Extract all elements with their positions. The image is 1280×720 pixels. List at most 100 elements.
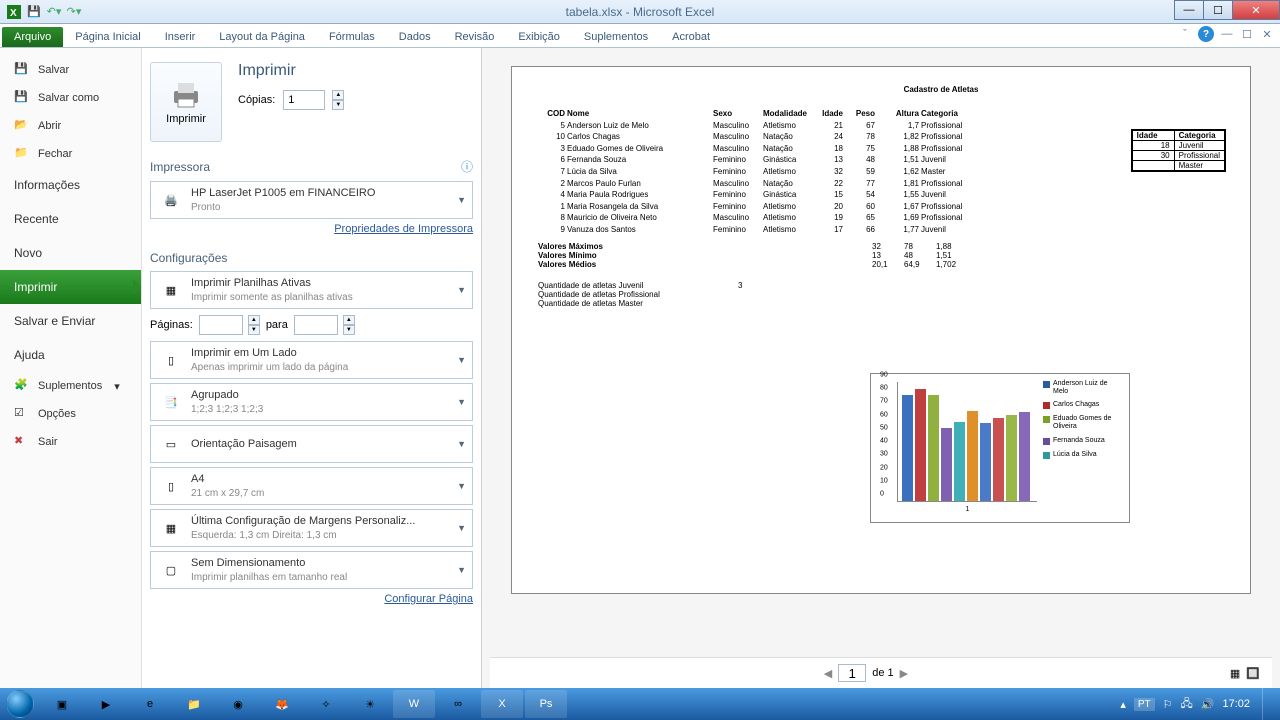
tab-acrobat[interactable]: Acrobat — [660, 27, 722, 47]
tab-formulas[interactable]: Fórmulas — [317, 27, 387, 47]
network-icon[interactable]: 🖧 — [1181, 695, 1193, 714]
margins-icon: ▦ — [157, 514, 185, 542]
collate-icon: 📑 — [157, 388, 185, 416]
preview-page: Cadastro de Atletas CODNomeSexoModalidad… — [511, 66, 1251, 594]
excel-icon: X — [6, 4, 22, 20]
sidebar-item-new[interactable]: Novo — [0, 236, 141, 270]
printer-dropdown[interactable]: 🖨️ HP LaserJet P1005 em FINANCEIROPronto… — [150, 181, 473, 219]
taskbar-app[interactable]: ▶ — [85, 690, 127, 718]
sidebar-item-savesend[interactable]: Salvar e Enviar — [0, 304, 141, 338]
paper-dropdown[interactable]: ▯A421 cm x 29,7 cm▼ — [150, 467, 473, 505]
page-icon: ▯ — [157, 346, 185, 374]
taskbar-app[interactable]: ☀ — [349, 690, 391, 718]
taskbar-explorer[interactable]: 📁 — [173, 690, 215, 718]
taskbar-firefox[interactable]: 🦊 — [261, 690, 303, 718]
taskbar-word[interactable]: W — [393, 690, 435, 718]
redo-icon[interactable]: ↷▾ — [66, 4, 82, 20]
copies-input[interactable] — [283, 90, 325, 110]
tray-chevron-icon[interactable]: ▴ — [1120, 698, 1126, 711]
scaling-dropdown[interactable]: ▢Sem DimensionamentoImprimir planilhas e… — [150, 551, 473, 589]
chevron-down-icon: ▼ — [457, 439, 466, 449]
close-button[interactable]: ✕ — [1232, 0, 1280, 20]
save-icon[interactable]: 💾 — [26, 4, 42, 20]
window-minimize-icon[interactable]: — — [1220, 27, 1234, 41]
window-restore-icon[interactable]: ☐ — [1240, 27, 1254, 41]
minimize-ribbon-icon[interactable]: ˇ — [1178, 27, 1192, 41]
print-button[interactable]: Imprimir — [150, 62, 222, 142]
orientation-dropdown[interactable]: ▭Orientação Paisagem▼ — [150, 425, 473, 463]
tab-file[interactable]: Arquivo — [2, 27, 63, 47]
sidebar-item-addins[interactable]: 🧩Suplementos▾ — [0, 372, 141, 400]
tab-data[interactable]: Dados — [387, 27, 443, 47]
zoom-page-icon[interactable]: 🔲 — [1246, 667, 1260, 680]
taskbar-app[interactable]: ✧ — [305, 690, 347, 718]
taskbar-photoshop[interactable]: Ps — [525, 690, 567, 718]
taskbar-app[interactable]: ∞ — [437, 690, 479, 718]
start-button[interactable] — [0, 688, 40, 720]
category-table: IdadeCategoria18Juvenil30ProfissionalMas… — [1131, 129, 1226, 172]
tab-addins[interactable]: Suplementos — [572, 27, 660, 47]
sheet-title: Cadastro de Atletas — [658, 85, 1224, 94]
help-icon[interactable]: ? — [1198, 26, 1214, 42]
prev-page-button[interactable]: ◀ — [824, 667, 832, 680]
sides-dropdown[interactable]: ▯Imprimir em Um LadoApenas imprimir um l… — [150, 341, 473, 379]
maximize-button[interactable]: ☐ — [1203, 0, 1233, 20]
minimize-button[interactable]: — — [1174, 0, 1204, 20]
close-icon: 📁 — [14, 146, 30, 162]
save-icon: 💾 — [14, 62, 30, 78]
taskbar: ▣ ▶ e 📁 ◉ 🦊 ✧ ☀ W ∞ X Ps ▴ PT ⚐ 🖧 🔊 17:0… — [0, 688, 1280, 720]
taskbar-chrome[interactable]: ◉ — [217, 690, 259, 718]
pages-from-input[interactable] — [199, 315, 243, 335]
language-indicator[interactable]: PT — [1134, 698, 1155, 711]
tab-insert[interactable]: Inserir — [153, 27, 208, 47]
copies-up[interactable]: ▲ — [332, 90, 344, 100]
chevron-down-icon: ▼ — [457, 397, 466, 407]
counts-table: Quantidade de atletas Juvenil3Quantidade… — [538, 281, 1224, 308]
page-setup-link[interactable]: Configurar Página — [150, 593, 473, 605]
show-margins-icon[interactable]: ▦ — [1230, 667, 1240, 680]
sidebar-item-print[interactable]: Imprimir — [0, 270, 141, 304]
sidebar-item-help[interactable]: Ajuda — [0, 338, 141, 372]
show-desktop-button[interactable] — [1262, 688, 1272, 720]
printer-properties-link[interactable]: Propriedades de Impressora — [150, 223, 473, 235]
margins-dropdown[interactable]: ▦Última Configuração de Margens Personal… — [150, 509, 473, 547]
copies-down[interactable]: ▼ — [332, 100, 344, 110]
info-icon[interactable]: ⓘ — [461, 158, 473, 175]
ribbon-tabs: Arquivo Página Inicial Inserir Layout da… — [0, 24, 1280, 48]
sidebar-item-open[interactable]: 📂Abrir — [0, 112, 141, 140]
tab-review[interactable]: Revisão — [443, 27, 507, 47]
print-title: Imprimir — [238, 62, 344, 80]
copies-label: Cópias: — [238, 94, 275, 106]
open-icon: 📂 — [14, 118, 30, 134]
volume-icon[interactable]: 🔊 — [1201, 698, 1215, 711]
print-what-dropdown[interactable]: ▦ Imprimir Planilhas AtivasImprimir some… — [150, 271, 473, 309]
collate-dropdown[interactable]: 📑Agrupado1;2;3 1;2;3 1;2;3▼ — [150, 383, 473, 421]
sidebar-item-options[interactable]: ☑Opções — [0, 400, 141, 428]
window-close-icon[interactable]: ✕ — [1260, 27, 1274, 41]
chart: 10102030405060708090 Anderson Luiz de Me… — [870, 373, 1130, 523]
flag-icon[interactable]: ⚐ — [1163, 698, 1173, 711]
settings-section-title: Configurações — [150, 251, 473, 265]
sidebar-item-exit[interactable]: ✖Sair — [0, 428, 141, 456]
chevron-down-icon: ▼ — [457, 195, 466, 205]
taskbar-app[interactable]: ▣ — [41, 690, 83, 718]
page-of-label: de 1 — [872, 667, 893, 679]
tab-layout[interactable]: Layout da Página — [207, 27, 317, 47]
undo-icon[interactable]: ↶▾ — [46, 4, 62, 20]
tab-home[interactable]: Página Inicial — [63, 27, 152, 47]
pages-to-input[interactable] — [294, 315, 338, 335]
sidebar-item-info[interactable]: Informações — [0, 168, 141, 202]
options-icon: ☑ — [14, 406, 30, 422]
tab-view[interactable]: Exibição — [506, 27, 572, 47]
sidebar-item-recent[interactable]: Recente — [0, 202, 141, 236]
next-page-button[interactable]: ▶ — [900, 667, 908, 680]
addin-icon: 🧩 — [14, 378, 30, 394]
taskbar-excel[interactable]: X — [481, 690, 523, 718]
sidebar-item-saveas[interactable]: 💾Salvar como — [0, 84, 141, 112]
clock[interactable]: 17:02 — [1222, 698, 1250, 710]
taskbar-ie[interactable]: e — [129, 690, 171, 718]
page-number-input[interactable] — [838, 664, 866, 682]
sidebar-item-save[interactable]: 💾Salvar — [0, 56, 141, 84]
sidebar-item-close[interactable]: 📁Fechar — [0, 140, 141, 168]
chevron-down-icon: ▾ — [114, 380, 120, 393]
